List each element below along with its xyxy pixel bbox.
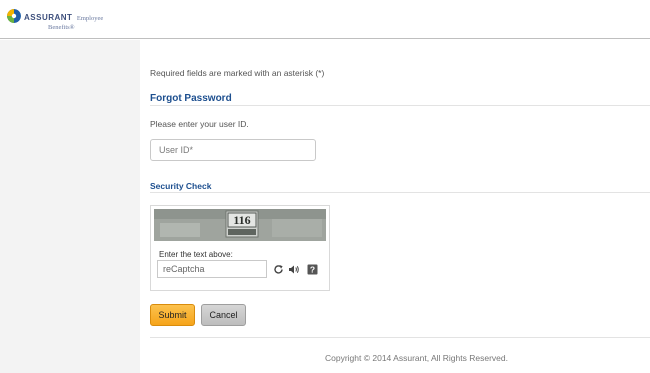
cancel-button[interactable]: Cancel bbox=[201, 304, 246, 326]
assurant-globe-logo-icon bbox=[7, 9, 21, 23]
logo-suffix-text: Employee bbox=[76, 15, 104, 22]
divider bbox=[150, 105, 650, 106]
main-content: Required fields are marked with an aster… bbox=[140, 40, 650, 373]
userid-input[interactable] bbox=[150, 139, 316, 161]
captcha-number: 116 bbox=[233, 213, 250, 227]
copyright-text: Copyright © 2014 Assurant, All Rights Re… bbox=[325, 353, 508, 363]
userid-prompt: Please enter your user ID. bbox=[150, 119, 249, 129]
svg-text:?: ? bbox=[309, 264, 314, 274]
logo-brand-text: ASSURANT bbox=[24, 13, 73, 22]
security-check-title: Security Check bbox=[150, 181, 212, 191]
logo-suffix-text-2: Benefits® bbox=[48, 24, 75, 31]
assurant-logo[interactable]: ASSURANT Employee Benefits® bbox=[7, 8, 103, 32]
top-header: ASSURANT Employee Benefits® bbox=[0, 0, 650, 39]
captcha-label: Enter the text above: bbox=[159, 250, 233, 259]
recaptcha-input[interactable] bbox=[157, 260, 267, 278]
left-pane bbox=[0, 40, 140, 373]
help-icon[interactable]: ? bbox=[306, 262, 318, 276]
recaptcha-widget: 116 Enter the text above: ? bbox=[150, 205, 330, 291]
divider bbox=[150, 192, 650, 193]
submit-button[interactable]: Submit bbox=[150, 304, 195, 326]
forgot-password-title: Forgot Password bbox=[150, 93, 232, 104]
audio-icon[interactable] bbox=[288, 262, 300, 276]
required-fields-note: Required fields are marked with an aster… bbox=[150, 68, 325, 78]
refresh-icon[interactable] bbox=[272, 262, 284, 276]
captcha-image: 116 bbox=[154, 209, 326, 241]
footer-divider bbox=[150, 337, 650, 338]
